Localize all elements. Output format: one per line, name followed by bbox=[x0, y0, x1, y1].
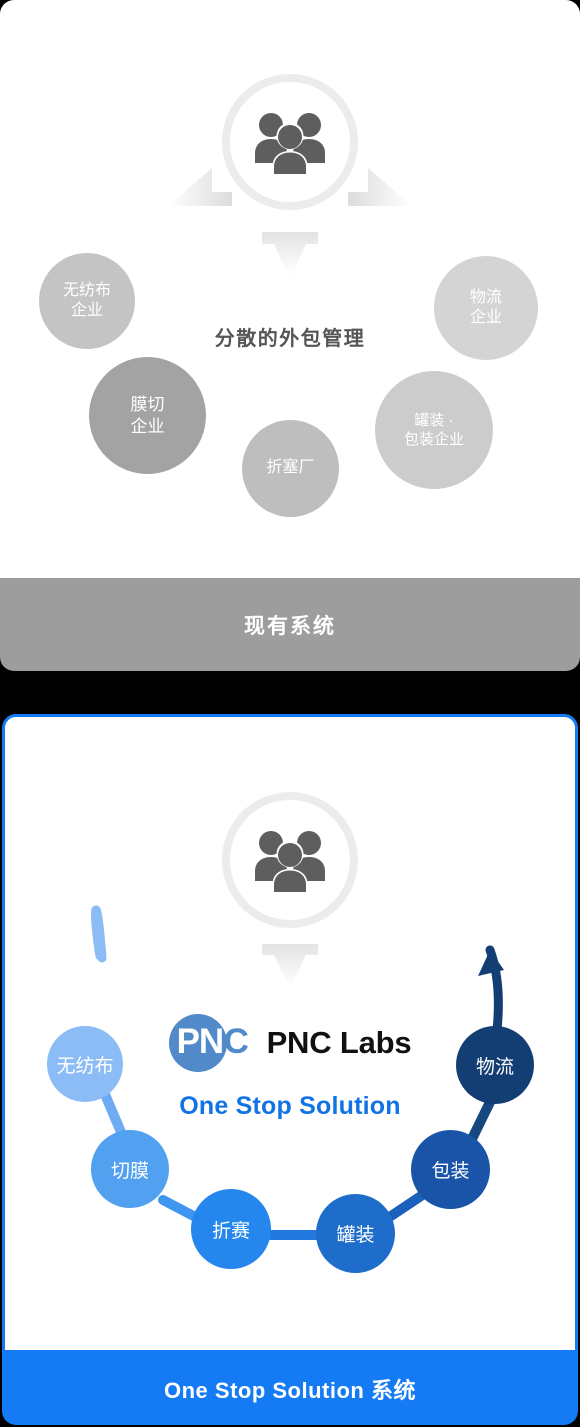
people-group-icon bbox=[253, 828, 327, 892]
bubble-label-line1: 膜切 bbox=[130, 394, 165, 414]
supply-chain-connectors bbox=[91, 905, 504, 1240]
chain-node-logistics: 物流 bbox=[456, 1026, 534, 1104]
chain-node-folding: 折赛 bbox=[191, 1189, 271, 1269]
bubble-label-line1: 罐装 · bbox=[414, 411, 454, 429]
one-stop-solution-banner-label: One Stop Solution 系统 bbox=[164, 1378, 416, 1403]
page-title: 分散的外包管理 bbox=[214, 328, 366, 350]
chain-node-label: 包装 bbox=[431, 1161, 470, 1182]
bubble-label-line1: 物流 bbox=[469, 288, 502, 306]
bubble-plug-factory: 折塞厂 bbox=[242, 420, 339, 517]
bubble-label-line2: 包装企业 bbox=[403, 431, 464, 448]
bubble-canning-packaging: 罐装 · 包装企业 bbox=[375, 371, 493, 489]
chain-node-label: 物流 bbox=[475, 1056, 514, 1078]
chain-node-nonwoven: 无纺布 bbox=[47, 1026, 123, 1102]
chain-node-packaging: 包装 bbox=[411, 1130, 490, 1209]
bubble-film-cutting: 膜切 企业 bbox=[89, 357, 206, 474]
one-stop-solution-banner: One Stop Solution 系统 bbox=[2, 1353, 578, 1425]
chain-node-label: 折赛 bbox=[211, 1220, 250, 1242]
chain-node-film-cutting: 切膜 bbox=[91, 1130, 169, 1208]
chain-node-label: 无纺布 bbox=[56, 1055, 114, 1077]
people-group-icon bbox=[253, 110, 327, 174]
chain-node-label: 切膜 bbox=[110, 1160, 149, 1182]
existing-system-card: 无纺布 企业 膜切 企业 折塞厂 罐装 · 包装企业 物流 企业 分散的外包管理 bbox=[0, 0, 580, 578]
down-arrow-icon bbox=[262, 232, 318, 278]
existing-system-banner-label: 现有系统 bbox=[244, 614, 336, 638]
down-arrow-icon bbox=[262, 944, 318, 988]
existing-system-banner: 现有系统 bbox=[0, 578, 580, 671]
bubble-label-line1: 无纺布 bbox=[62, 281, 111, 299]
left-wing-arrow-icon bbox=[168, 168, 232, 206]
bubble-label-line2: 企业 bbox=[70, 302, 103, 319]
bubble-label-line1: 折塞厂 bbox=[266, 459, 315, 477]
bubble-label-line2: 企业 bbox=[130, 416, 165, 436]
right-wing-arrow-icon bbox=[348, 168, 412, 206]
chain-node-canning: 罐装 bbox=[316, 1194, 395, 1273]
chain-node-label: 罐装 bbox=[336, 1225, 375, 1246]
